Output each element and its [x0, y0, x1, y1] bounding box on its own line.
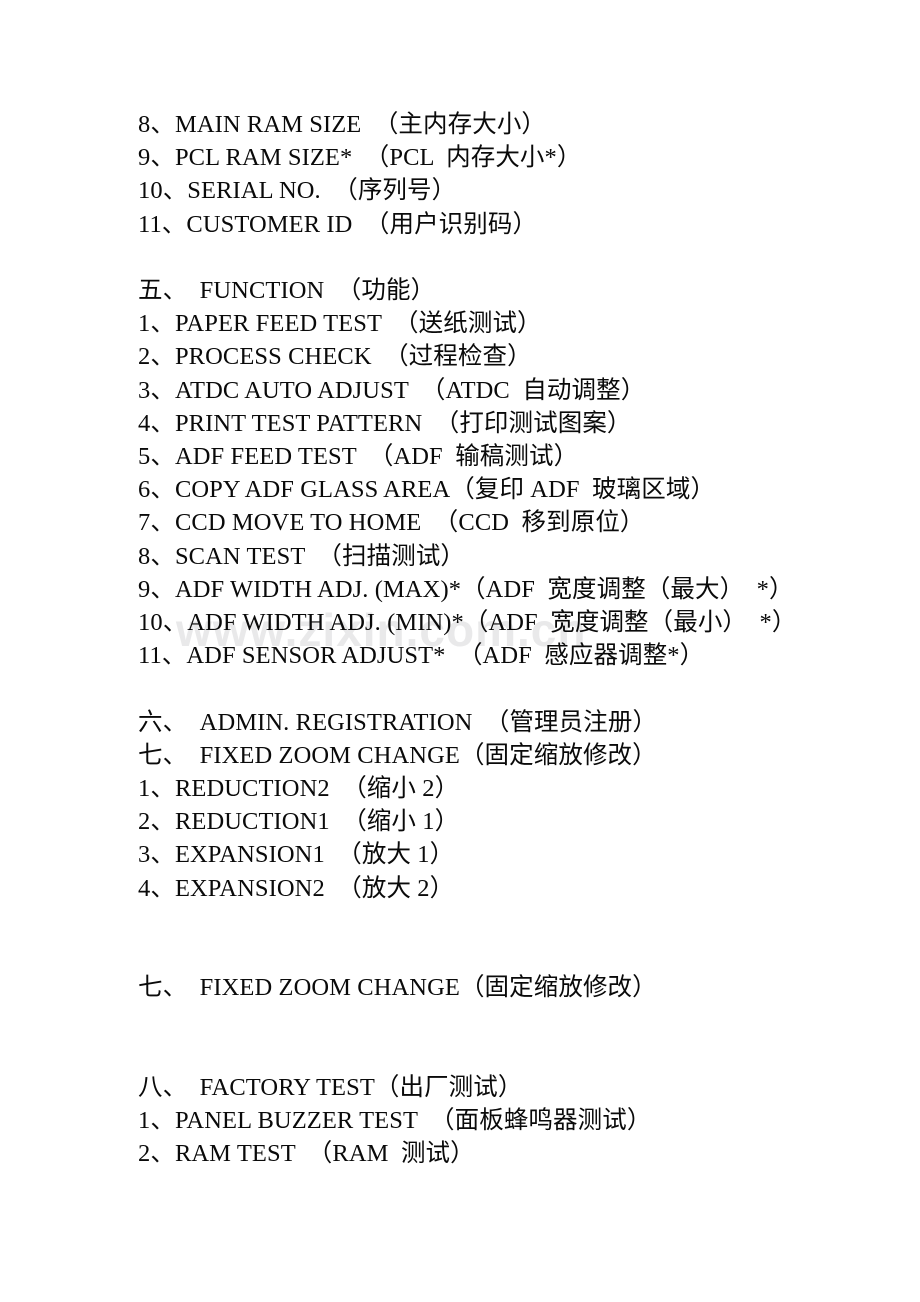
menu-item-line: 1、PANEL BUZZER TEST （面板蜂鸣器测试）: [138, 1107, 652, 1134]
menu-item-line: 1、PAPER FEED TEST （送纸测试）: [138, 310, 542, 338]
menu-item-line: 4、EXPANSION2 （放大 2）: [138, 874, 455, 902]
menu-item-line: 3、EXPANSION1 （放大 1）: [138, 841, 455, 869]
menu-item-line: 11、ADF SENSOR ADJUST* （ADF 感应器调整*）: [138, 642, 705, 670]
menu-item-line: 5、ADF FEED TEST （ADF 输稿测试）: [138, 443, 579, 471]
document-text-body: 8、MAIN RAM SIZE （主内存大小） 9、PCL RAM SIZE* （…: [138, 108, 798, 1170]
menu-item-line: 9、ADF WIDTH ADJ. (MAX)*（ADF 宽度调整（最大） *）: [138, 575, 794, 603]
section-heading: 六、 ADMIN. REGISTRATION （管理员注册）: [138, 708, 658, 736]
document-page: www.zixin.com.cn 8、MAIN RAM SIZE （主内存大小）…: [0, 0, 920, 1302]
menu-item-line: 8、SCAN TEST （扫描测试）: [138, 542, 466, 570]
menu-item-line: 6、COPY ADF GLASS AREA（复印 ADF 玻璃区域）: [138, 476, 716, 504]
menu-item-line: 3、ATDC AUTO ADJUST （ATDC 自动调整）: [138, 376, 646, 404]
menu-item-line: 10、ADF WIDTH ADJ. (MIN)*（ADF 宽度调整（最小） *）: [138, 609, 797, 637]
menu-item-line: 9、PCL RAM SIZE* （PCL 内存大小*）: [138, 144, 582, 172]
menu-item-line: 2、REDUCTION1 （缩小 1）: [138, 808, 460, 836]
section-heading: 七、 FIXED ZOOM CHANGE（固定缩放修改）: [138, 974, 657, 1002]
menu-item-line: 2、PROCESS CHECK （过程检查）: [138, 343, 532, 371]
menu-item-line: 1、REDUCTION2 （缩小 2）: [138, 775, 460, 803]
menu-item-line: 7、CCD MOVE TO HOME （CCD 移到原位）: [138, 509, 645, 537]
menu-item-line: 8、MAIN RAM SIZE （主内存大小）: [138, 111, 547, 138]
section-heading: 八、 FACTORY TEST（出厂测试）: [138, 1073, 523, 1101]
menu-item-line: 11、CUSTOMER ID （用户识别码）: [138, 210, 538, 238]
menu-item-line: 4、PRINT TEST PATTERN （打印测试图案）: [138, 409, 632, 437]
menu-item-line: 2、RAM TEST （RAM 测试）: [138, 1140, 475, 1168]
section-heading: 七、 FIXED ZOOM CHANGE（固定缩放修改）: [138, 741, 657, 769]
section-heading: 五、 FUNCTION （功能）: [138, 277, 436, 304]
menu-item-line: 10、SERIAL NO. （序列号）: [138, 177, 457, 205]
